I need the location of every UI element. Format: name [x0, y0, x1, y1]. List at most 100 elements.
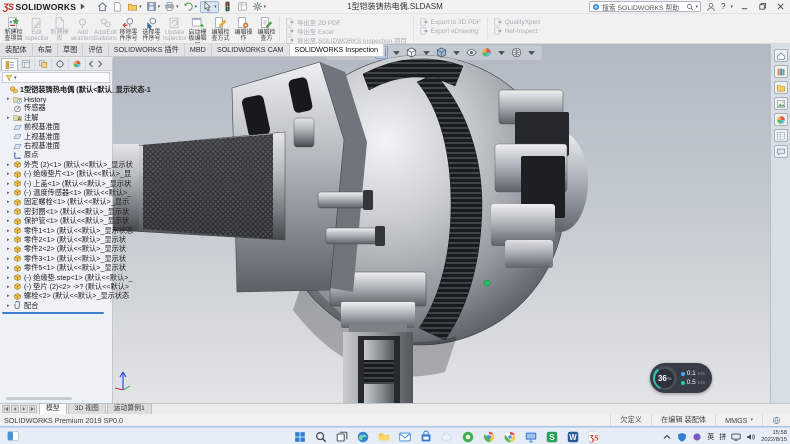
ribbon-tab[interactable]: 布局: [33, 44, 58, 56]
help-button[interactable]: ?: [721, 2, 725, 11]
widgets-icon[interactable]: [6, 429, 20, 443]
panel-tab[interactable]: [35, 58, 52, 70]
hud-button[interactable]: [450, 46, 463, 59]
graphics-viewport[interactable]: 36% 0.1 K/S 0.5 K/S: [113, 44, 770, 403]
task-pane-button[interactable]: [774, 65, 788, 78]
tree-item[interactable]: ▸ 零件2<1> (默认<<默认>_显示状: [0, 235, 112, 244]
ribbon-tab[interactable]: 草图: [58, 44, 83, 56]
task-pane-button[interactable]: [774, 81, 788, 94]
ribbon-button[interactable]: 选择零件序号: [140, 15, 163, 43]
tree-item[interactable]: ▸ 零件2<2> (默认<<默认>_显示状: [0, 245, 112, 254]
tree-item[interactable]: ▸ 零件3<1> (默认<<默认>_显示状: [0, 254, 112, 263]
tree-item[interactable]: ▸ (-) 上盖<1> (默认<<默认>_显示状: [0, 179, 112, 188]
panel-expand-icon[interactable]: [96, 60, 104, 68]
hud-button[interactable]: [390, 46, 403, 59]
tree-item[interactable]: ▸ (-) 绝缘垫片<1> (默认<<默认>_显: [0, 170, 112, 179]
export-command[interactable]: 导出至 2D PDF: [286, 18, 407, 26]
tree-item[interactable]: ▸ 零件5<1> (默认<<默认>_显示状: [0, 263, 112, 272]
task-pane-button[interactable]: [774, 113, 788, 126]
hud-button[interactable]: [405, 46, 418, 59]
ribbon-button[interactable]: 编辑检查方: [255, 15, 278, 43]
units-selector[interactable]: MMGS▾: [715, 414, 762, 426]
user-icon[interactable]: [706, 2, 716, 12]
tab-nav-button[interactable]: [2, 405, 10, 413]
tree-item[interactable]: ▸ 注解: [0, 113, 112, 122]
export-command[interactable]: 导出至 SOLIDWORKS Inspection 项目: [286, 36, 407, 44]
hud-button[interactable]: [480, 46, 493, 59]
start-icon[interactable]: [293, 430, 307, 444]
tree-item[interactable]: ▸ (-) 垫片 (2)<2> ->? (默认<<默认>: [0, 282, 112, 291]
tree-item[interactable]: ▸ 右视基准面: [0, 141, 112, 150]
ribbon-button[interactable]: 编辑检查方式: [209, 15, 232, 43]
ribbon-tab[interactable]: SOLIDWORKS Inspection: [290, 44, 385, 56]
document-tab[interactable]: 运动算例1: [107, 403, 152, 414]
rollback-bar[interactable]: [2, 312, 104, 314]
export-command[interactable]: 导出至 Excel: [286, 27, 407, 35]
chevron-up-icon[interactable]: [662, 432, 672, 442]
ribbon-button[interactable]: Edit Inspection Project: [25, 15, 48, 43]
green-app-icon[interactable]: [461, 430, 475, 444]
tree-horizontal-scrollbar[interactable]: [6, 397, 72, 400]
ribbon-button[interactable]: 启动模板编辑器: [186, 15, 209, 43]
ribbon-button[interactable]: 移除零件序号: [117, 15, 140, 43]
document-tab[interactable]: 模型: [39, 403, 67, 414]
tray-dot-icon[interactable]: [692, 432, 702, 442]
wheel-app-icon[interactable]: [482, 430, 496, 444]
selection-point[interactable]: [484, 280, 490, 286]
export-command[interactable]: QualityXpert: [494, 18, 540, 26]
toolbar-flyout-icon[interactable]: [79, 2, 86, 11]
hud-button[interactable]: [465, 46, 478, 59]
magnifier-icon[interactable]: [686, 3, 694, 11]
tree-item[interactable]: ▸ 传感器: [0, 104, 112, 113]
qat-button[interactable]: ▾: [111, 1, 124, 13]
window-control-button[interactable]: [756, 1, 769, 12]
solidworks-icon[interactable]: ƷS: [587, 430, 601, 444]
tree-item[interactable]: ▸ 配合: [0, 301, 112, 310]
tree-item[interactable]: ▸ 保护管<1> (默认<<默认>_显示状: [0, 216, 112, 225]
document-tab[interactable]: 3D 视图: [68, 403, 106, 414]
volume-icon[interactable]: [746, 432, 756, 442]
model-protection-tube[interactable]: [343, 332, 413, 403]
model-probe-shaft[interactable]: [113, 132, 285, 240]
export-command[interactable]: Export to 3D PDF: [420, 18, 481, 26]
ime-indicator[interactable]: 拼: [719, 432, 726, 442]
tree-item[interactable]: ▸ 固定螺栓<1> (默认<<默认>_显示: [0, 198, 112, 207]
qat-button[interactable]: ▾: [182, 1, 199, 13]
search-icon[interactable]: [314, 430, 328, 444]
ribbon-button[interactable]: 新建模板: [48, 15, 71, 43]
qat-button[interactable]: ▾: [96, 1, 109, 13]
export-command[interactable]: Net-Inspect: [494, 27, 540, 35]
ribbon-button[interactable]: Add/Edit Balloons: [94, 15, 117, 43]
tree-root-item[interactable]: ▸ 1型铠装铸热电偶 (默认<默认_显示状态-1: [0, 85, 112, 94]
status-globe-button[interactable]: [762, 414, 790, 426]
panel-tab[interactable]: [69, 58, 86, 70]
tab-nav-button[interactable]: [29, 405, 37, 413]
export-command[interactable]: Export eDrawing: [420, 27, 481, 35]
panel-tab[interactable]: [18, 58, 35, 70]
ribbon-button[interactable]: Add Characteristic: [71, 15, 94, 43]
chrome-icon[interactable]: [503, 430, 517, 444]
hud-button[interactable]: [510, 46, 523, 59]
hud-button[interactable]: [420, 46, 433, 59]
tree-filter-input[interactable]: ▾: [2, 72, 110, 83]
tab-nav-button[interactable]: [20, 405, 28, 413]
ribbon-tab[interactable]: SOLIDWORKS 插件: [109, 44, 185, 56]
task-view-icon[interactable]: [335, 430, 349, 444]
task-pane-button[interactable]: [774, 145, 788, 158]
task-pane-button[interactable]: [774, 97, 788, 110]
ime-indicator[interactable]: 英: [707, 432, 714, 442]
ribbon-tab[interactable]: 评估: [83, 44, 108, 56]
task-pane-button[interactable]: [774, 49, 788, 62]
tree-item[interactable]: ▸ (-) 温度传感器<1> (默认<<默认>_: [0, 188, 112, 197]
model-3d-view[interactable]: [113, 44, 770, 403]
qat-button[interactable]: ▾: [126, 1, 143, 13]
search-input[interactable]: 搜索 SOLIDWORKS 帮助 ▾: [589, 1, 701, 12]
edge-icon[interactable]: [356, 430, 370, 444]
monitor-app-icon[interactable]: [524, 430, 538, 444]
tree-item[interactable]: ▸ 上视基准面: [0, 132, 112, 141]
ribbon-button[interactable]: Update Inspection Project: [163, 15, 186, 43]
hud-button[interactable]: [495, 46, 508, 59]
tree-item[interactable]: ▸ 螺栓<2> (默认<<默认>_显示状态: [0, 292, 112, 301]
mail-icon[interactable]: [398, 430, 412, 444]
taskbar-clock[interactable]: 15:58 2022/8/15: [761, 430, 787, 442]
